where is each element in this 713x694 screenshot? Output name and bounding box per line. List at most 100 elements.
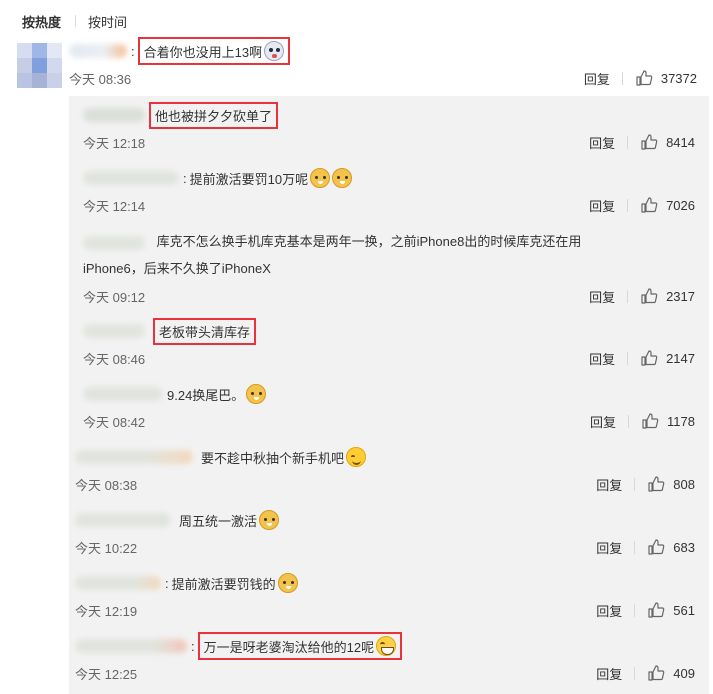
username-blurred[interactable] [75, 450, 193, 464]
reply-text: 要不趁中秋抽个新手机吧 [201, 450, 345, 466]
thumbs-up-icon [648, 665, 665, 681]
action-divider [634, 540, 636, 554]
reply-meta: 今天 12:14 回复 7026 [83, 193, 695, 217]
username-blurred[interactable] [83, 171, 179, 185]
reply-body: : 提前激活要罚10万呢 [83, 165, 695, 191]
username-blurred[interactable] [83, 108, 145, 122]
reply-item: 老板带头清库存 今天 08:46 回复 2147 [83, 317, 695, 370]
reply-time: 今天 09:12 [83, 289, 146, 305]
reply-button[interactable]: 回复 [589, 349, 615, 368]
thumbs-up-icon [641, 350, 658, 366]
reply-button[interactable]: 回复 [596, 664, 622, 683]
reply-actions: 回复 683 [596, 538, 695, 557]
reply-time: 今天 12:19 [75, 603, 138, 619]
reply-time: 今天 12:18 [83, 135, 146, 151]
like-button[interactable]: 409 [647, 664, 695, 682]
action-divider [627, 135, 629, 149]
reply-time: 今天 08:46 [83, 351, 146, 367]
reply-button[interactable]: 回复 [596, 601, 622, 620]
top-comment: : 合着你也没用上13啊 今天 08:36 回复 37372 [69, 37, 697, 90]
reply-actions: 回复 561 [596, 601, 695, 620]
thumbs-up-icon [636, 70, 653, 86]
reply-button[interactable]: 回复 [589, 287, 615, 306]
comment-actions: 回复 37372 [584, 69, 697, 88]
reply-item: 要不趁中秋抽个新手机吧 今天 08:38 回复 808 [75, 444, 695, 496]
reply-button[interactable]: 回复 [590, 412, 616, 431]
ghost-face-icon [264, 41, 285, 61]
thumbs-up-icon [642, 413, 659, 429]
action-divider [627, 351, 629, 365]
action-divider [634, 603, 636, 617]
sort-by-time-tab[interactable]: 按时间 [88, 12, 127, 31]
reply-actions: 回复 8414 [589, 133, 695, 152]
replies-panel: 他也被拼夕夕砍单了 今天 12:18 回复 8414 : 提前激活要罚10万呢 … [69, 96, 709, 694]
reply-item: 周五统一激活 今天 10:22 回复 683 [75, 507, 695, 559]
like-button[interactable]: 8414 [640, 133, 695, 151]
cat-face-icon [246, 384, 267, 404]
colon: : [191, 638, 195, 654]
username-blurred[interactable] [83, 387, 163, 401]
reply-body: 周五统一激活 [75, 507, 695, 533]
reply-time: 今天 08:42 [83, 414, 146, 430]
like-count: 8414 [666, 134, 695, 150]
reply-text: 老板带头清库存 [159, 324, 251, 340]
like-count: 2147 [666, 350, 695, 366]
reply-actions: 回复 2317 [589, 287, 695, 306]
username-blurred[interactable] [75, 576, 161, 590]
reply-text: 提前激活要罚钱的 [171, 576, 276, 592]
reply-button[interactable]: 回复 [596, 475, 622, 494]
action-divider [628, 414, 630, 428]
like-button[interactable]: 7026 [640, 196, 695, 214]
like-button[interactable]: 2317 [640, 287, 695, 305]
like-button[interactable]: 808 [647, 475, 695, 493]
comment-text: 合着你也没用上13啊 [143, 44, 263, 60]
username-blurred[interactable] [83, 235, 145, 250]
reply-meta: 今天 12:25 回复 409 [75, 661, 695, 685]
reply-time: 今天 08:38 [75, 477, 138, 493]
like-count: 7026 [666, 197, 695, 213]
like-button[interactable]: 561 [647, 601, 695, 619]
username-blurred[interactable] [75, 639, 187, 653]
username-blurred[interactable] [83, 324, 145, 338]
sort-tabs: 按热度 按时间 [22, 11, 127, 31]
reply-meta: 今天 10:22 回复 683 [75, 535, 695, 559]
reply-meta: 今天 08:42 回复 1178 [83, 409, 695, 433]
like-button[interactable]: 1178 [641, 412, 695, 430]
reply-meta: 今天 08:38 回复 808 [75, 472, 695, 496]
reply-button[interactable]: 回复 [584, 69, 610, 88]
reply-body: 要不趁中秋抽个新手机吧 [75, 444, 695, 470]
username-blurred[interactable] [75, 513, 171, 527]
username-blurred[interactable] [69, 44, 127, 58]
reply-actions: 回复 808 [596, 475, 695, 494]
like-button[interactable]: 2147 [640, 349, 695, 367]
like-button[interactable]: 37372 [635, 69, 697, 87]
comment-meta: 今天 08:36 回复 37372 [69, 66, 697, 90]
thumbs-up-icon [648, 539, 665, 555]
reply-button[interactable]: 回复 [589, 196, 615, 215]
reply-button[interactable]: 回复 [596, 538, 622, 557]
reply-button[interactable]: 回复 [589, 133, 615, 152]
action-divider [634, 666, 636, 680]
cat-face-icon [277, 573, 298, 593]
reply-text: 9.24换尾巴。 [167, 387, 245, 403]
reply-text-line2: iPhone6，后来不久换了iPhoneX [83, 261, 271, 276]
avatar[interactable] [17, 43, 62, 88]
highlighted-text: 合着你也没用上13啊 [137, 37, 291, 65]
thumbs-up-icon [648, 476, 665, 492]
reply-text: 周五统一激活 [179, 513, 258, 529]
reply-meta: 今天 12:18 回复 8414 [83, 130, 695, 154]
reply-meta: 今天 08:46 回复 2147 [83, 346, 695, 370]
sort-divider [75, 15, 77, 27]
colon: : [183, 170, 187, 186]
smile-face-icon [346, 447, 367, 467]
reply-text: 万一是呀老婆淘汰给他的12呢 [203, 639, 375, 655]
like-count: 2317 [666, 288, 695, 304]
reply-body: : 万一是呀老婆淘汰给他的12呢 [75, 632, 695, 660]
like-button[interactable]: 683 [647, 538, 695, 556]
sort-by-hot-tab[interactable]: 按热度 [22, 12, 61, 31]
like-count: 808 [673, 476, 695, 492]
cat-face-icon [332, 168, 353, 188]
thumbs-up-icon [641, 197, 658, 213]
action-divider [621, 71, 623, 85]
like-count: 37372 [660, 70, 697, 86]
